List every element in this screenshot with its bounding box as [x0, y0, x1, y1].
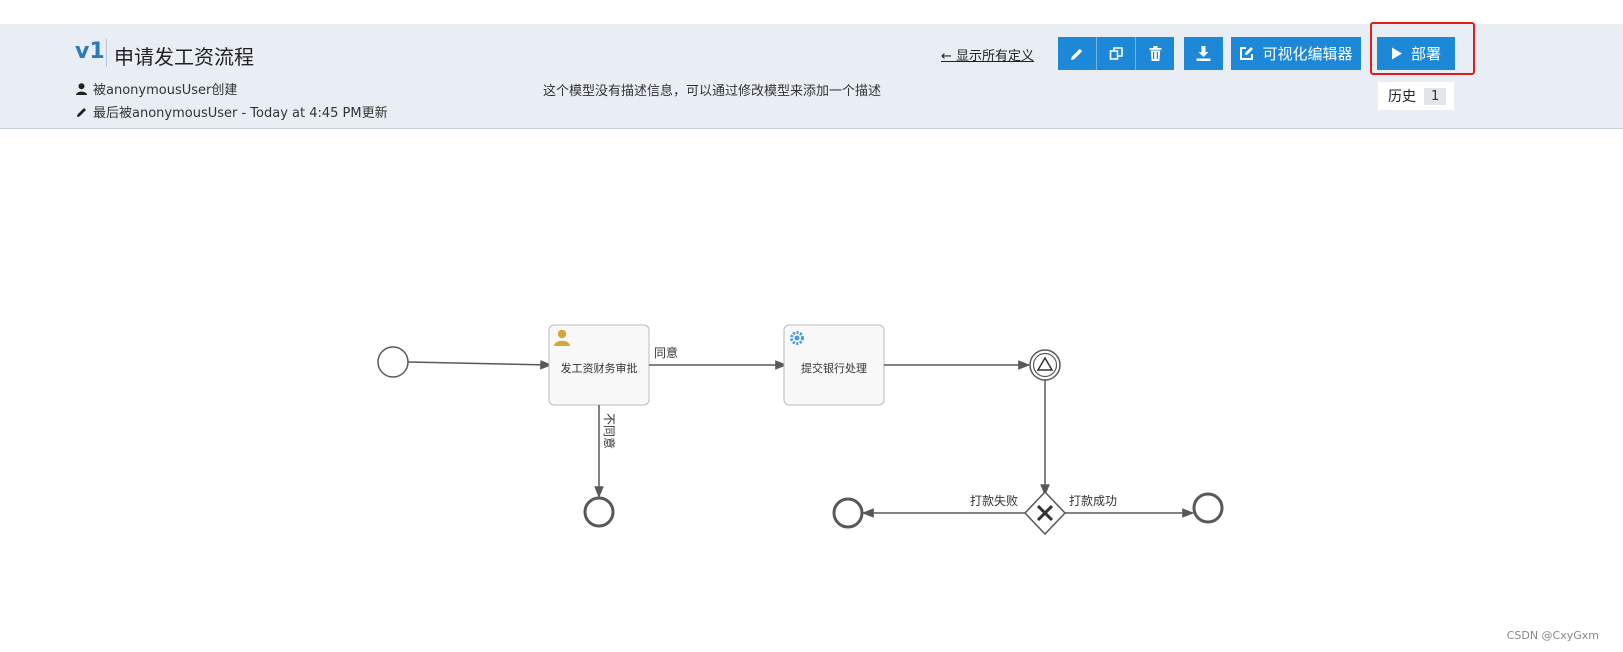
service-task-bank-submit[interactable]: 提交银行处理	[783, 324, 885, 406]
end-event-fail[interactable]	[832, 497, 864, 529]
flow-label-success: 打款成功	[1069, 494, 1117, 508]
end-event-reject[interactable]	[583, 496, 615, 528]
process-diagram: 发工资财务审批 同意 提交银行处理 打款失败 打款成功 不同意	[377, 324, 1224, 536]
exclusive-gateway[interactable]	[1023, 490, 1067, 536]
flow-label-fail: 打款失败	[970, 493, 1018, 508]
watermark: CSDN @CxyGxm	[1506, 629, 1599, 642]
flow-label-disagree: 不同意	[602, 413, 617, 449]
start-event[interactable]	[377, 346, 409, 378]
task-label: 提交银行处理	[801, 361, 867, 375]
user-task-payroll-approval[interactable]: 发工资财务审批	[548, 324, 650, 406]
sequence-flow-start[interactable]	[407, 359, 553, 370]
end-event-success[interactable]	[1192, 492, 1224, 524]
intermediate-signal-event[interactable]	[1029, 349, 1061, 381]
task-label: 发工资财务审批	[561, 361, 638, 375]
flow-label-agree: 同意	[654, 345, 678, 360]
